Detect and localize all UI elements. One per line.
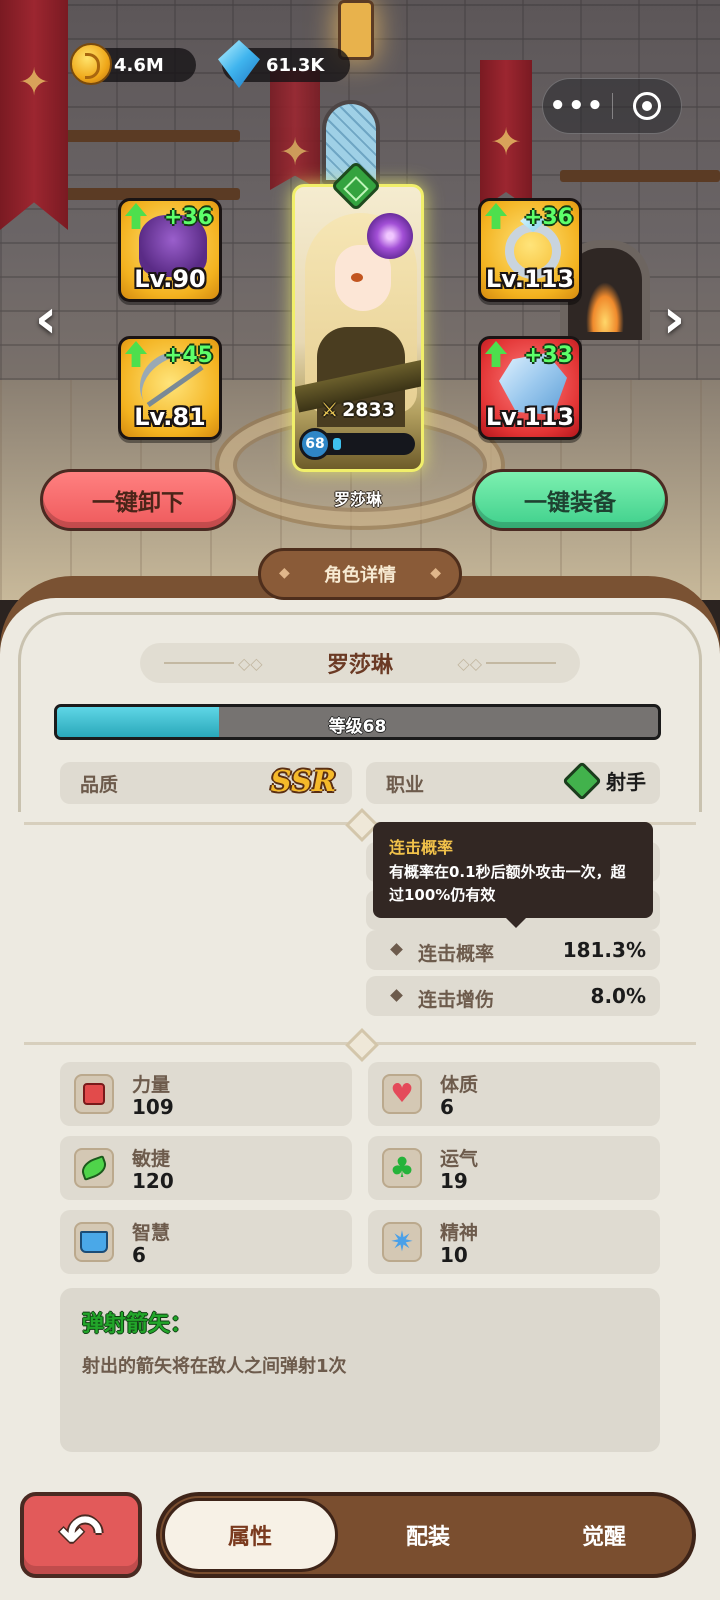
upgrade-arrow-icon xyxy=(125,341,147,367)
upgrade-arrow-icon xyxy=(485,203,507,229)
attribute-value: 6 xyxy=(132,1243,146,1267)
equip-slot-bow[interactable]: +45 Lv.81 xyxy=(118,336,222,440)
attribute-name: 敏捷 xyxy=(132,1148,171,1170)
diamond-deco-icon: ◇◇ xyxy=(238,654,263,673)
book-icon xyxy=(80,1231,108,1253)
unequip-all-button[interactable]: 一键卸下 xyxy=(40,469,236,531)
stat-name: 连击概率 xyxy=(418,943,495,965)
fist-icon xyxy=(83,1083,105,1105)
job-box: 职业 射手 xyxy=(366,760,660,804)
gold-counter: 4.6M xyxy=(70,43,196,85)
attribute-name: 力量 xyxy=(132,1074,171,1096)
clover-icon: ♣ xyxy=(389,1151,415,1184)
banner xyxy=(0,0,68,230)
detail-hero-name: 罗莎琳 xyxy=(326,653,393,678)
hero-card[interactable]: ⚔ 2833 68 xyxy=(292,184,424,472)
bottom-tab-bar: 属性 配装 觉醒 xyxy=(156,1492,696,1578)
upgrade-arrow-icon xyxy=(485,341,507,367)
back-button[interactable]: ↶ xyxy=(20,1492,142,1578)
equip-slot-ring[interactable]: +36 Lv.113 xyxy=(478,198,582,302)
equip-bonus: +33 xyxy=(523,343,573,368)
attribute-value: 10 xyxy=(440,1243,468,1267)
wing-icon xyxy=(78,1155,110,1181)
attribute-value: 6 xyxy=(440,1095,454,1119)
attribute-spirit[interactable]: ✷ 精神 10 xyxy=(368,1210,660,1274)
attribute-name: 智慧 xyxy=(132,1222,171,1244)
prev-hero-arrow-icon[interactable]: ‹ xyxy=(26,290,66,350)
attribute-strength[interactable]: 力量 109 xyxy=(60,1062,352,1126)
attribute-value: 19 xyxy=(440,1169,468,1193)
stat-value: 181.3% xyxy=(562,938,646,962)
equip-bonus: +36 xyxy=(523,205,573,230)
skill-box: 弹射箭矢： 射出的箭矢将在敌人之间弹射1次 xyxy=(60,1288,660,1452)
banner xyxy=(480,60,532,210)
attribute-constitution[interactable]: ♥ 体质 6 xyxy=(368,1062,660,1126)
attribute-luck[interactable]: ♣ 运气 19 xyxy=(368,1136,660,1200)
panel-title: 角色详情 xyxy=(258,548,462,600)
attribute-agility[interactable]: 敏捷 120 xyxy=(60,1136,352,1200)
diamond-deco-icon: ◇◇ xyxy=(457,654,482,673)
gold-coin-icon xyxy=(70,43,112,85)
job-value: 射手 xyxy=(606,770,646,794)
stat-value: 8.0% xyxy=(590,984,646,1008)
skill-title: 弹射箭矢： xyxy=(82,1312,193,1337)
hero-level-badge: 68 xyxy=(299,428,331,460)
flower-icon xyxy=(367,213,413,259)
back-arrow-icon: ↶ xyxy=(59,1505,103,1565)
tab-awaken[interactable]: 觉醒 xyxy=(516,1496,692,1574)
diamond-bullet-icon xyxy=(390,943,403,956)
attribute-wisdom[interactable]: 智慧 6 xyxy=(60,1210,352,1274)
section-divider xyxy=(24,1042,696,1045)
more-icon[interactable]: ••• xyxy=(543,93,612,119)
diamond-bullet-icon xyxy=(390,989,403,1002)
attribute-name: 体质 xyxy=(440,1074,479,1096)
stat-row[interactable]: 连击增伤 8.0% xyxy=(366,976,660,1016)
quality-box: 品质 SSR xyxy=(60,762,352,804)
stat-row[interactable]: 连击概率 181.3% xyxy=(366,930,660,970)
equip-level: Lv.113 xyxy=(485,265,575,293)
hero-name-label: 罗莎琳 xyxy=(333,490,382,509)
hero-name-bar: ◇◇ 罗莎琳 ◇◇ xyxy=(140,643,580,683)
next-hero-arrow-icon[interactable]: › xyxy=(654,290,694,350)
gold-value: 4.6M xyxy=(114,54,164,76)
attribute-value: 120 xyxy=(132,1169,174,1193)
stat-tooltip: 连击概率 有概率在0.1秒后额外攻击一次，超过100%仍有效 xyxy=(373,822,653,928)
heart-icon: ♥ xyxy=(390,1079,414,1109)
tooltip-title: 连击概率 xyxy=(389,838,454,857)
equip-slot-helmet[interactable]: +36 Lv.90 xyxy=(118,198,222,302)
hero-power: ⚔ 2833 xyxy=(321,399,395,421)
equip-level: Lv.90 xyxy=(134,265,206,293)
quality-ssr-badge: SSR xyxy=(270,764,336,798)
skill-desc: 射出的箭矢将在敌人之间弹射1次 xyxy=(82,1356,347,1377)
tooltip-desc: 有概率在0.1秒后额外攻击一次，超过100%仍有效 xyxy=(389,863,626,904)
tab-loadout[interactable]: 配装 xyxy=(340,1496,516,1574)
equip-level: Lv.81 xyxy=(134,403,206,431)
equip-slot-crystal[interactable]: +33 Lv.113 xyxy=(478,336,582,440)
equip-bonus: +36 xyxy=(163,205,213,230)
exp-label: 等级68 xyxy=(328,717,387,737)
spirit-icon: ✷ xyxy=(390,1225,414,1258)
mini-program-capsule: ••• xyxy=(542,78,682,134)
close-target-icon[interactable] xyxy=(613,92,682,120)
quality-label: 品质 xyxy=(80,773,119,796)
banner xyxy=(270,70,320,190)
shelf xyxy=(560,170,720,182)
attribute-name: 精神 xyxy=(440,1222,479,1244)
marksman-icon xyxy=(562,760,602,801)
sword-icon: ⚔ xyxy=(321,399,339,421)
job-label: 职业 xyxy=(386,773,425,796)
exp-bar: 等级68 xyxy=(54,704,661,740)
gem-value: 61.3K xyxy=(266,54,325,76)
equip-bonus: +45 xyxy=(163,343,213,368)
attribute-value: 109 xyxy=(132,1095,174,1119)
equip-level: Lv.113 xyxy=(485,403,575,431)
shelf xyxy=(60,130,240,142)
attribute-name: 运气 xyxy=(440,1148,479,1170)
gem-counter: 61.3K xyxy=(218,40,350,88)
tab-attributes[interactable]: 属性 xyxy=(162,1498,338,1572)
equip-all-button[interactable]: 一键装备 xyxy=(472,469,668,531)
stat-name: 连击增伤 xyxy=(418,989,495,1011)
